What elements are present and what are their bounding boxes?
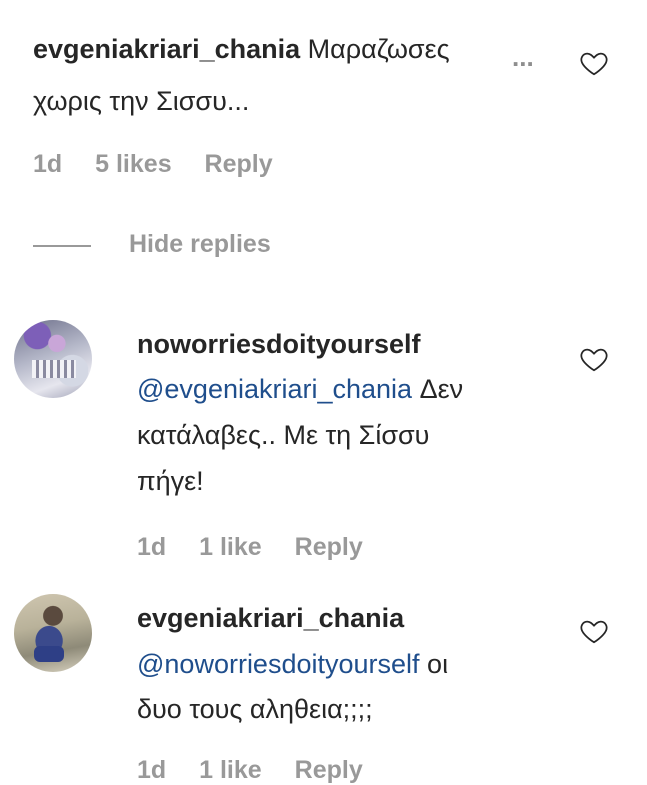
comment-likes[interactable]: 5 likes — [95, 150, 171, 178]
avatar-detail — [34, 646, 64, 662]
comment-time: 1d — [33, 150, 63, 178]
replies-divider-line — [33, 245, 91, 247]
mention-link[interactable]: @noworriesdoityourself — [137, 649, 420, 679]
avatar[interactable] — [14, 594, 92, 672]
reply-button[interactable]: Reply — [295, 756, 363, 784]
reply-body-line2: κατάλαβες.. Με τη Σίσσυ — [137, 420, 430, 450]
reply-text-line1: @noworriesdoityourself οι — [137, 645, 448, 683]
like-heart-icon[interactable] — [578, 616, 610, 646]
avatar[interactable] — [14, 320, 92, 398]
reply-meta: 1d 1 like Reply — [137, 756, 389, 785]
comment-body-line2: χωρις την Σισσυ... — [33, 86, 250, 116]
reply-time: 1d — [137, 533, 167, 561]
like-heart-icon[interactable] — [578, 48, 610, 78]
reply-time: 1d — [137, 756, 167, 784]
comment-text-line1: evgeniakriari_chania Μαραζωσες — [33, 30, 450, 68]
reply-body-line3: πήγε! — [137, 466, 204, 496]
reply-body-line2: δυο τους αληθεια;;;; — [137, 694, 373, 724]
reply-button[interactable]: Reply — [205, 150, 273, 178]
reply-likes[interactable]: 1 like — [199, 756, 262, 784]
reply-button[interactable]: Reply — [295, 533, 363, 561]
comment-meta: 1d 5 likes Reply — [33, 150, 299, 179]
mention-link[interactable]: @evgeniakriari_chania — [137, 374, 412, 404]
reply-username[interactable]: evgeniakriari_chania — [137, 599, 404, 637]
reply-meta: 1d 1 like Reply — [137, 533, 389, 562]
like-heart-icon[interactable] — [578, 344, 610, 374]
comment-body: Μαραζωσες — [307, 34, 450, 64]
hide-replies-button[interactable]: Hide replies — [129, 230, 271, 259]
reply-likes[interactable]: 1 like — [199, 533, 262, 561]
avatar-detail — [32, 360, 76, 378]
reply-body: οι — [427, 649, 449, 679]
more-options-button[interactable]: ... — [512, 42, 534, 73]
reply-username[interactable]: noworriesdoityourself — [137, 325, 421, 363]
comment-username[interactable]: evgeniakriari_chania — [33, 34, 300, 64]
reply-body: Δεν — [419, 374, 464, 404]
reply-text-line1: @evgeniakriari_chania Δεν — [137, 370, 463, 408]
